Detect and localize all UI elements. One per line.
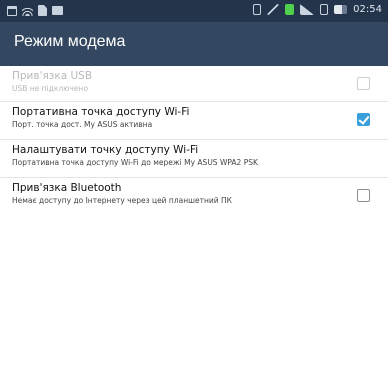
- setting-title: Портативна точка доступу Wi-Fi: [12, 106, 190, 118]
- setting-title: Налаштувати точку доступу Wi-Fi: [12, 144, 199, 156]
- setting-title: Прив'язка USB: [12, 70, 93, 82]
- setting-subtitle: Порт. точка дост. My ASUS активна: [12, 120, 153, 129]
- wifi-hotspot-checkbox[interactable]: [357, 113, 370, 126]
- settings-list: Прив'язка USB USB не підключено Портатив…: [0, 66, 388, 220]
- setting-usb-tethering: Прив'язка USB USB не підключено: [0, 66, 388, 102]
- page-title: Режим модема: [14, 33, 126, 50]
- status-bar-left-icons: [7, 5, 63, 16]
- status-bar: 02:54: [0, 0, 388, 22]
- setting-subtitle: USB не підключено: [12, 84, 89, 93]
- status-time: 02:54: [353, 4, 382, 15]
- setting-bluetooth-tethering[interactable]: Прив'язка Bluetooth Немає доступу до Інт…: [0, 178, 388, 220]
- file-icon: [38, 5, 47, 16]
- setting-configure-hotspot[interactable]: Налаштувати точку доступу Wi-Fi Портатив…: [0, 140, 388, 178]
- sim-icon: [320, 4, 329, 15]
- bluetooth-tethering-checkbox[interactable]: [357, 189, 370, 202]
- green-app-icon: [285, 4, 295, 15]
- usb-tethering-checkbox: [357, 77, 370, 90]
- mute-icon: [267, 4, 280, 15]
- screen: 02:54 Режим модема Прив'язка USB USB не …: [0, 0, 388, 387]
- status-bar-right-icons: 02:54: [253, 4, 382, 15]
- wifi-icon: [22, 5, 33, 16]
- setting-subtitle: Портативна точка доступу Wi-Fi до мережі…: [12, 158, 258, 167]
- message-icon: [52, 6, 63, 15]
- vibrate-icon: [253, 4, 262, 15]
- setting-subtitle: Немає доступу до Інтернету через цей пла…: [12, 196, 232, 205]
- setting-title: Прив'язка Bluetooth: [12, 182, 122, 194]
- battery-icon: [334, 5, 348, 14]
- setting-wifi-hotspot[interactable]: Портативна точка доступу Wi-Fi Порт. точ…: [0, 102, 388, 140]
- app-bar: Режим модема: [0, 22, 388, 66]
- calendar-icon: [7, 5, 17, 16]
- signal-icon: [300, 4, 315, 15]
